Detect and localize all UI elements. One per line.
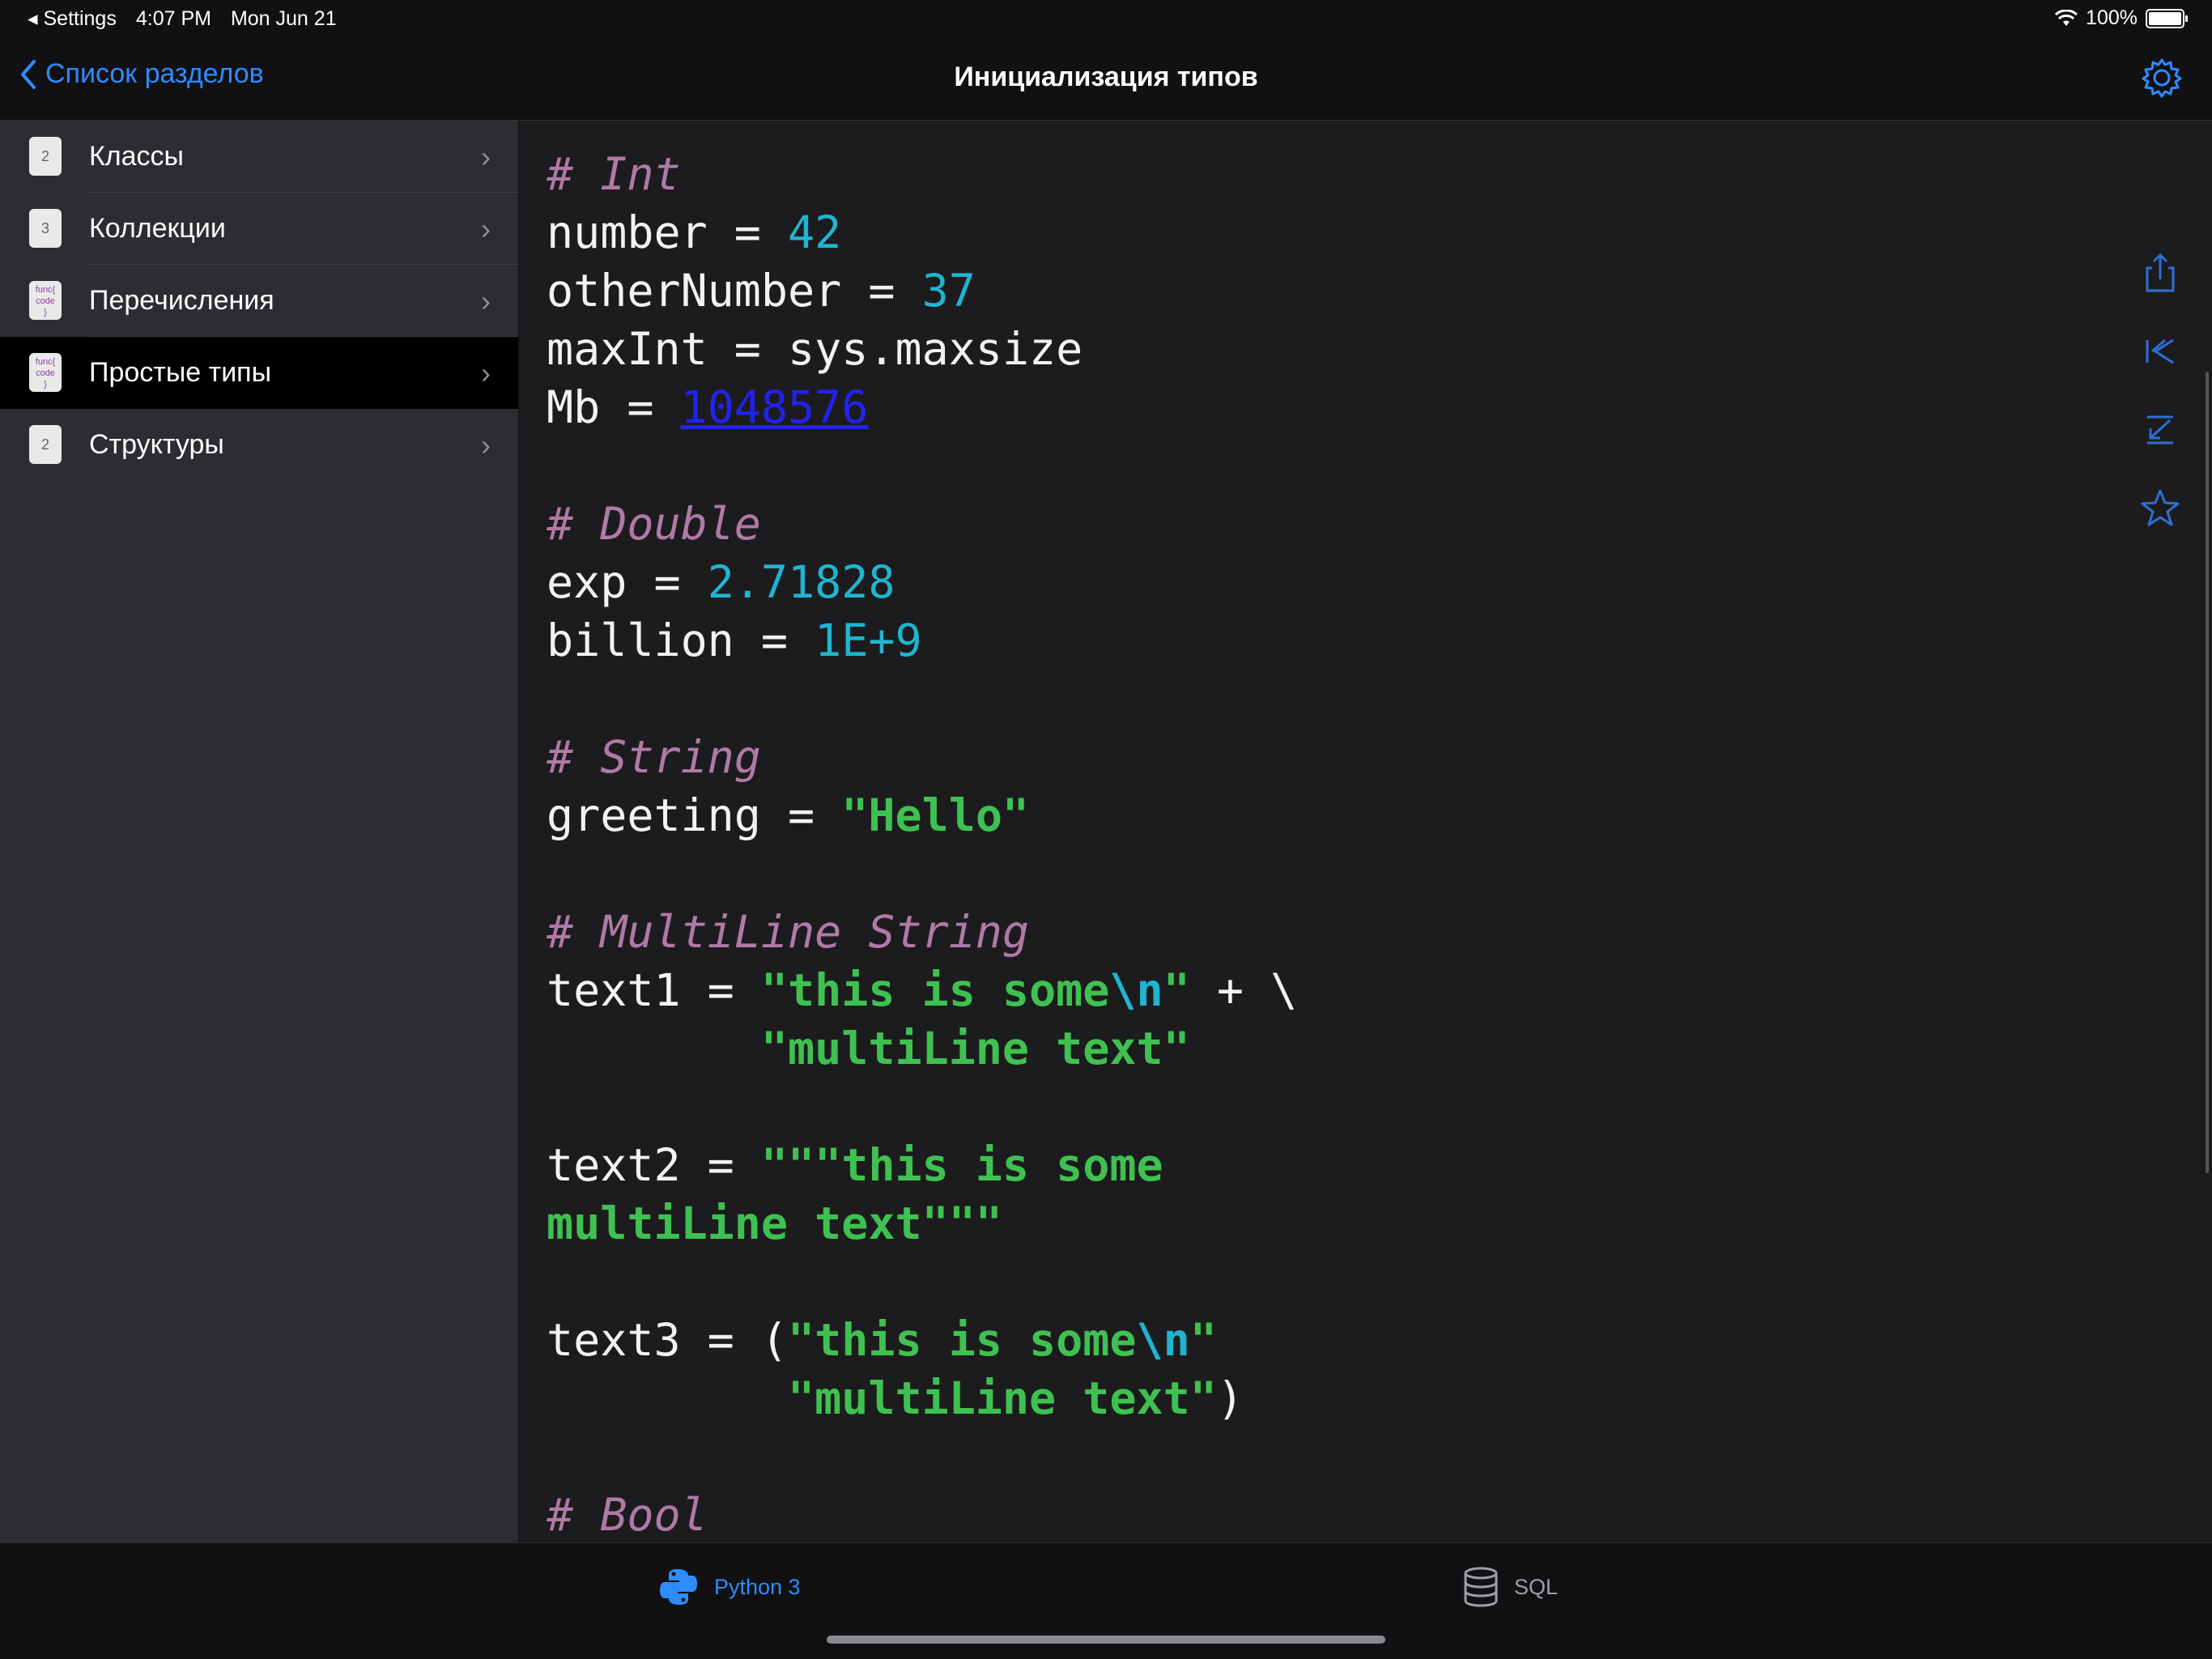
code-number: 37 (921, 265, 976, 317)
code-text: otherNumber = (547, 265, 922, 317)
code-string: " (1163, 964, 1190, 1016)
navigation-bar: Список разделов Инициализация типов (0, 37, 2212, 121)
scrollbar[interactable] (2206, 372, 2209, 1173)
code-text: text3 = ( (547, 1314, 789, 1366)
sidebar-item-collections[interactable]: 3 Коллекции › (0, 193, 518, 265)
database-icon (1464, 1567, 1498, 1607)
star-icon[interactable] (2138, 486, 2183, 531)
sidebar-item-structures[interactable]: 2 Структуры › (0, 409, 518, 481)
code-text: number = (547, 206, 789, 258)
chevron-right-icon: › (481, 139, 491, 173)
code-comment: # Bool (547, 1489, 708, 1541)
sidebar: 2 Классы › 3 Коллекции › func{code} Пере… (0, 121, 519, 1542)
code-string: "this is some (760, 964, 1110, 1016)
chevron-right-icon: › (481, 355, 491, 389)
share-icon[interactable] (2138, 250, 2183, 296)
code-comment: # MultiLine String (547, 906, 1030, 958)
code-text: exp = (547, 556, 708, 608)
collapse-icon[interactable] (2138, 407, 2183, 453)
document-thumbnail-icon: 2 (29, 425, 62, 464)
wifi-icon (2055, 9, 2078, 26)
battery-icon (2146, 8, 2188, 28)
code-number: 2.71828 (707, 556, 895, 608)
sidebar-item-simple-types[interactable]: func{code} Простые типы › (0, 337, 518, 409)
tab-label: Python 3 (714, 1574, 801, 1599)
code-string: """this is some (760, 1139, 1163, 1191)
code-text: billion = (547, 615, 815, 666)
code-string: "multiLine text" (788, 1372, 1217, 1424)
status-date: Mon Jun 21 (230, 6, 337, 30)
editor-toolbar (2138, 250, 2183, 564)
back-to-app-link[interactable]: ◂ Settings (28, 6, 117, 31)
jump-to-start-icon[interactable] (2138, 329, 2183, 374)
sidebar-item-label: Перечисления (89, 285, 274, 316)
back-app-label: Settings (43, 7, 117, 30)
sidebar-item-label: Коллекции (89, 213, 226, 244)
document-thumbnail-icon: 2 (29, 137, 62, 176)
code-escape: \n (1109, 964, 1163, 1016)
code-thumbnail-icon: func{code} (29, 353, 62, 392)
code-comment: # String (547, 731, 761, 783)
code-number: 42 (788, 206, 842, 258)
code-text: text1 = (547, 964, 761, 1016)
code-text: ) (1216, 1372, 1244, 1424)
gear-icon[interactable] (2141, 57, 2183, 99)
code-text: maxInt = sys.maxsize (547, 323, 1083, 375)
code-string: " (1189, 1314, 1217, 1366)
sidebar-item-enumerations[interactable]: func{code} Перечисления › (0, 265, 518, 337)
tab-sql[interactable]: SQL (1462, 1566, 1558, 1608)
code-editor[interactable]: # Int number = 42 otherNumber = 37 maxIn… (519, 121, 2212, 1542)
code-text: + \ (1189, 964, 1298, 1016)
chevron-right-icon: › (481, 211, 491, 245)
code-number: 1E+9 (815, 615, 922, 666)
battery-percent: 100% (2086, 6, 2138, 29)
chevron-right-icon: › (481, 428, 491, 462)
code-string: "multiLine text" (760, 1023, 1190, 1074)
python-icon (660, 1569, 697, 1605)
code-comment: # Double (547, 498, 761, 550)
sidebar-item-label: Классы (89, 141, 184, 172)
sidebar-item-label: Структуры (89, 429, 224, 460)
chevron-right-icon: › (481, 283, 491, 317)
home-indicator[interactable] (827, 1636, 1385, 1644)
code-thumbnail-icon: func{code} (29, 281, 62, 320)
page-title: Инициализация типов (954, 62, 1258, 92)
code-content: # Int number = 42 otherNumber = 37 maxIn… (547, 145, 1297, 1542)
tab-label: SQL (1514, 1574, 1559, 1599)
document-thumbnail-icon: 3 (29, 209, 62, 248)
sidebar-item-classes[interactable]: 2 Классы › (0, 121, 518, 193)
code-escape: \n (1136, 1314, 1190, 1366)
code-string: multiLine text""" (547, 1197, 1002, 1249)
code-text: Mb = (547, 381, 681, 433)
code-text: text2 = (547, 1139, 761, 1191)
code-string: "Hello" (841, 789, 1030, 841)
code-number-link[interactable]: 1048576 (681, 381, 869, 433)
code-text: greeting = (547, 789, 842, 841)
code-string: "this is some (788, 1314, 1137, 1366)
status-bar: ◂ Settings 4:07 PM Mon Jun 21 100% (0, 0, 2212, 37)
status-time: 4:07 PM (135, 6, 211, 30)
sidebar-item-label: Простые типы (89, 357, 272, 388)
code-comment: # Int (547, 148, 681, 200)
tab-python-3[interactable]: Python 3 (657, 1566, 801, 1608)
